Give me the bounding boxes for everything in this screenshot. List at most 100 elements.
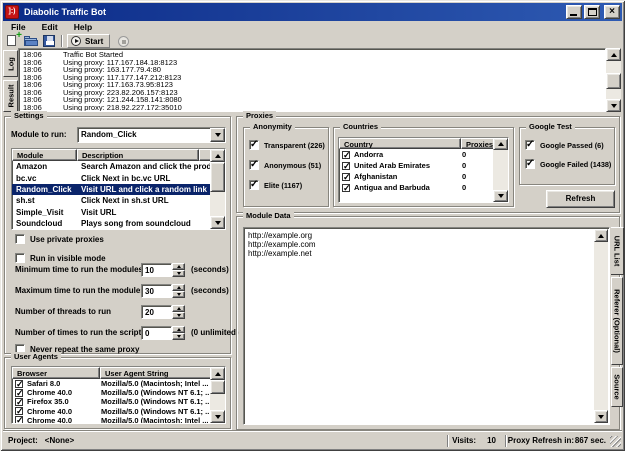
table-row[interactable]: Afghanistan0 (339, 171, 495, 182)
spin-up-icon[interactable] (172, 305, 185, 312)
checkbox-icon[interactable] (525, 140, 535, 150)
spin-down-icon[interactable] (172, 333, 185, 340)
user-agents-scrollbar[interactable] (210, 367, 225, 423)
start-button[interactable]: Start (67, 34, 110, 48)
combo-dropdown-button[interactable] (210, 128, 225, 142)
col-ua-string[interactable]: User Agent String (100, 367, 212, 379)
module-table-scrollbar[interactable] (210, 149, 225, 229)
checkbox-icon[interactable] (15, 416, 23, 424)
spin-up-icon[interactable] (172, 326, 185, 333)
refresh-button[interactable]: Refresh (546, 190, 615, 208)
url-list-textarea[interactable]: http://example.org http://example.com ht… (245, 229, 595, 423)
scroll-down-icon[interactable] (493, 190, 508, 202)
col-country[interactable]: Country (339, 138, 461, 149)
scroll-up-icon[interactable] (210, 149, 225, 162)
spinner-buttons[interactable] (172, 284, 185, 298)
transparent-checkbox[interactable]: Transparent (226) (249, 139, 325, 151)
checkbox-icon[interactable] (342, 173, 350, 181)
tab-referer[interactable]: Referer (Optional) (611, 277, 623, 365)
spin-down-icon[interactable] (172, 270, 185, 277)
save-project-button[interactable] (41, 34, 57, 48)
close-button[interactable]: × (604, 5, 620, 19)
table-row[interactable]: Chrome 40.0Mozilla/5.0 (Macintosh; Intel… (12, 416, 212, 424)
table-row-selected[interactable]: Random_ClickVisit URL and click a random… (12, 184, 212, 195)
scroll-up-icon[interactable] (606, 48, 621, 61)
checkbox-icon[interactable] (15, 398, 23, 406)
table-row[interactable]: bc.vcClick Next in bc.vc URL (12, 172, 212, 183)
scroll-down-icon[interactable] (210, 216, 225, 229)
google-failed-checkbox[interactable]: Google Failed (1438) (525, 158, 611, 170)
spin-up-icon[interactable] (172, 263, 185, 270)
log-scrollbar[interactable] (606, 48, 621, 112)
countries-scrollbar[interactable] (493, 138, 508, 202)
table-row[interactable]: sh.stClick Next in sh.st URL (12, 195, 212, 206)
table-row[interactable]: AmazonSearch Amazon and click the prod..… (12, 161, 212, 172)
anonymous-checkbox[interactable]: Anonymous (51) (249, 159, 321, 171)
menu-edit[interactable]: Edit (34, 21, 66, 34)
module-to-run-select[interactable]: Random_Click (77, 127, 226, 143)
tab-log[interactable]: Log (3, 50, 18, 77)
checkbox-icon[interactable] (342, 184, 350, 192)
open-project-button[interactable] (23, 34, 39, 48)
max-time-input[interactable] (141, 284, 172, 298)
menu-help[interactable]: Help (66, 21, 100, 34)
use-private-proxies-checkbox[interactable]: Use private proxies (15, 233, 104, 245)
threads-input[interactable] (141, 305, 172, 319)
table-row[interactable]: Chrome 40.0Mozilla/5.0 (Windows NT 6.1; … (12, 388, 212, 397)
user-agents-table[interactable]: Browser User Agent String Safari 8.0Mozi… (11, 366, 226, 424)
scroll-up-icon[interactable] (493, 138, 508, 150)
scrollbar-thumb[interactable] (606, 73, 621, 89)
log-view[interactable]: 18:06Traffic Bot Started 18:06Using prox… (18, 48, 606, 112)
title-bar[interactable]: ]:) Diabolic Traffic Bot × (3, 3, 622, 21)
table-row[interactable]: Antigua and Barbuda0 (339, 182, 495, 193)
checkbox-icon[interactable] (15, 389, 23, 397)
new-project-button[interactable]: + (5, 34, 21, 48)
countries-table[interactable]: Country Proxies Andorra0 United Arab Emi… (338, 137, 509, 203)
times-input[interactable] (141, 326, 172, 340)
tab-url-list[interactable]: URL List (611, 227, 624, 275)
checkbox-icon[interactable] (15, 253, 25, 263)
table-row[interactable]: Andorra0 (339, 149, 495, 160)
spin-down-icon[interactable] (172, 291, 185, 298)
scrollbar-thumb[interactable] (210, 380, 225, 394)
col-proxies[interactable]: Proxies (461, 138, 495, 149)
scroll-down-icon[interactable] (210, 410, 225, 423)
scroll-up-icon[interactable] (210, 367, 225, 380)
checkbox-icon[interactable] (249, 140, 259, 150)
checkbox-icon[interactable] (15, 407, 23, 415)
google-passed-checkbox[interactable]: Google Passed (6) (525, 139, 604, 151)
spin-up-icon[interactable] (172, 284, 185, 291)
table-row[interactable]: United Arab Emirates0 (339, 160, 495, 171)
scroll-down-icon[interactable] (594, 410, 608, 423)
table-row[interactable]: Simple_VisitVisit URL (12, 207, 212, 218)
scrollbar-thumb[interactable] (210, 162, 225, 192)
table-row[interactable]: Chrome 40.0Mozilla/5.0 (Windows NT 6.1; … (12, 407, 212, 416)
min-time-input[interactable] (141, 263, 172, 277)
checkbox-icon[interactable] (342, 162, 350, 170)
checkbox-icon[interactable] (249, 160, 259, 170)
col-browser[interactable]: Browser (12, 367, 100, 379)
tab-source[interactable]: Source (611, 367, 623, 407)
minimize-button[interactable] (566, 5, 582, 19)
module-table[interactable]: Module Description AmazonSearch Amazon a… (11, 148, 226, 230)
checkbox-icon[interactable] (249, 180, 259, 190)
stop-button[interactable] (118, 36, 129, 47)
spinner-buttons[interactable] (172, 326, 185, 340)
table-row[interactable]: SoundcloudPlays song from soundcloud (12, 218, 212, 229)
table-row[interactable]: Safari 8.0Mozilla/5.0 (Macintosh; Intel … (12, 379, 212, 388)
checkbox-icon[interactable] (15, 380, 23, 388)
table-row[interactable]: Firefox 35.0Mozilla/5.0 (Windows NT 6.1;… (12, 397, 212, 406)
scroll-up-icon[interactable] (594, 229, 608, 242)
col-module[interactable]: Module (12, 149, 77, 161)
checkbox-icon[interactable] (15, 234, 25, 244)
checkbox-icon[interactable] (342, 151, 350, 159)
checkbox-icon[interactable] (525, 159, 535, 169)
elite-checkbox[interactable]: Elite (1167) (249, 179, 302, 191)
resize-grip[interactable] (610, 436, 621, 447)
scroll-down-icon[interactable] (606, 99, 621, 112)
spinner-buttons[interactable] (172, 305, 185, 319)
maximize-button[interactable] (584, 5, 600, 19)
tab-result[interactable]: Result (3, 80, 18, 112)
spinner-buttons[interactable] (172, 263, 185, 277)
col-description[interactable]: Description (77, 149, 199, 161)
